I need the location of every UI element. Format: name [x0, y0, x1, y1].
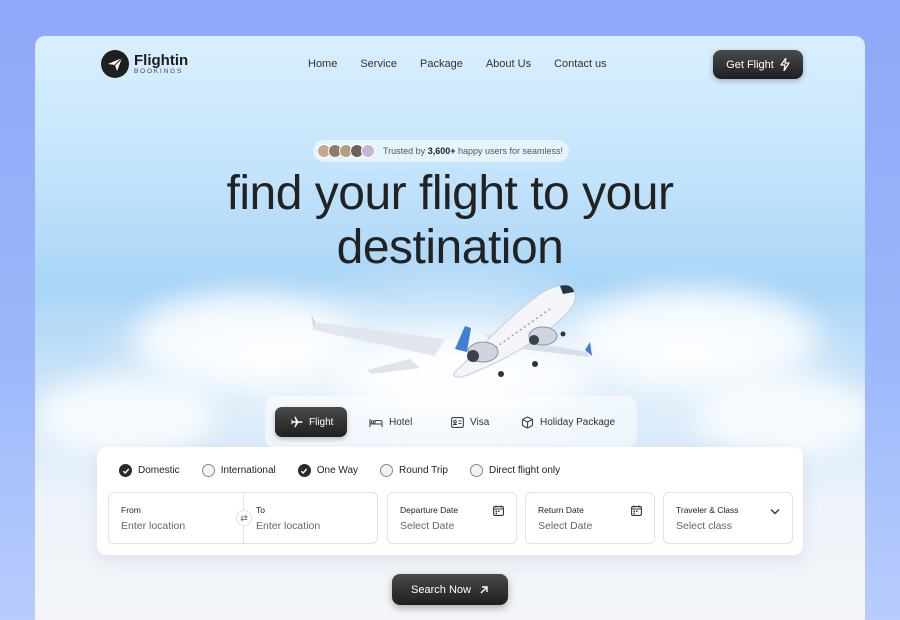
- trust-suffix: happy users for seamless!: [458, 146, 564, 156]
- headline-line-1: find your flight to your: [226, 167, 674, 220]
- option-international[interactable]: International: [201, 464, 276, 477]
- cloud: [575, 291, 815, 386]
- checked-icon: [297, 464, 311, 477]
- tab-holiday-package[interactable]: Holiday Package: [521, 407, 615, 437]
- avatar: [361, 144, 375, 158]
- radio-icon: [201, 464, 215, 477]
- calendar-icon: [631, 505, 642, 516]
- brand-name: Flightin: [134, 51, 189, 69]
- airplane-icon: [291, 416, 303, 428]
- booking-tabs: Flight Hotel Visa Holiday Package: [265, 396, 637, 448]
- tab-visa[interactable]: Visa: [451, 407, 489, 437]
- option-domestic-label: Domestic: [138, 465, 180, 476]
- nav-about-us[interactable]: About Us: [486, 58, 531, 70]
- to-input[interactable]: Enter location: [256, 520, 320, 532]
- hero-headline: find your flight to your destination: [35, 167, 865, 275]
- nav-package[interactable]: Package: [420, 58, 463, 70]
- return-label: Return Date: [538, 505, 584, 515]
- trust-badge: Trusted by 3,600+ happy users for seamle…: [313, 140, 570, 162]
- nav-contact-us[interactable]: Contact us: [554, 58, 607, 70]
- brand-subtitle: BOOKINGS: [134, 67, 184, 75]
- main-nav: Home Service Package About Us Contact us: [308, 58, 607, 70]
- tab-flight[interactable]: Flight: [275, 407, 348, 437]
- get-flight-label: Get Flight: [726, 58, 774, 71]
- trip-options: Domestic International One Way Round Tri…: [119, 464, 582, 477]
- option-one-way-label: One Way: [316, 465, 359, 476]
- search-now-label: Search Now: [411, 583, 471, 596]
- option-one-way[interactable]: One Way: [297, 464, 359, 477]
- return-input[interactable]: Select Date: [538, 520, 592, 532]
- traveler-class-field[interactable]: Traveler & Class Select class: [663, 492, 793, 544]
- return-date-field[interactable]: Return Date Select Date: [525, 492, 655, 544]
- checked-icon: [119, 464, 132, 477]
- cloud: [35, 376, 215, 456]
- search-now-button[interactable]: Search Now: [392, 574, 508, 605]
- departure-label: Departure Date: [400, 505, 459, 515]
- nav-service[interactable]: Service: [360, 58, 397, 70]
- from-input[interactable]: Enter location: [121, 520, 185, 532]
- tab-hotel-label: Hotel: [389, 416, 413, 428]
- option-direct-flight-only[interactable]: Direct flight only: [469, 464, 561, 477]
- radio-icon: [469, 464, 483, 477]
- get-flight-button[interactable]: Get Flight: [713, 50, 803, 79]
- from-to-group: From Enter location ⇄ To Enter location: [108, 492, 378, 544]
- option-international-label: International: [220, 465, 276, 476]
- option-round-trip-label: Round Trip: [399, 465, 448, 476]
- lightning-icon: [780, 58, 790, 71]
- tab-hotel[interactable]: Hotel: [369, 407, 412, 437]
- tab-holiday-package-label: Holiday Package: [540, 416, 616, 428]
- traveler-label: Traveler & Class: [676, 505, 739, 515]
- arrow-up-right-icon: [480, 585, 488, 593]
- airplane-illustration: [311, 285, 592, 378]
- trust-text: Trusted by 3,600+ happy users for seamle…: [383, 146, 563, 156]
- option-domestic[interactable]: Domestic: [119, 464, 180, 477]
- flight-search-form: Domestic International One Way Round Tri…: [97, 447, 803, 555]
- page-frame: Flightin BOOKINGS Home Service Package A…: [35, 36, 865, 620]
- bed-icon: [369, 418, 383, 427]
- to-label: To: [256, 505, 265, 515]
- calendar-icon: [493, 505, 504, 516]
- id-card-icon: [451, 416, 464, 428]
- option-round-trip[interactable]: Round Trip: [380, 464, 448, 477]
- logo[interactable]: Flightin BOOKINGS: [101, 50, 188, 78]
- user-avatars: [317, 144, 375, 158]
- from-field[interactable]: From Enter location: [109, 493, 244, 543]
- traveler-select[interactable]: Select class: [676, 520, 732, 532]
- paper-plane-icon: [101, 50, 129, 78]
- option-direct-flight-label: Direct flight only: [488, 465, 561, 476]
- trust-count: 3,600+: [427, 146, 456, 156]
- nav-home[interactable]: Home: [308, 58, 337, 70]
- from-label: From: [121, 505, 141, 515]
- radio-icon: [380, 464, 394, 477]
- departure-date-field[interactable]: Departure Date Select Date: [387, 492, 517, 544]
- departure-input[interactable]: Select Date: [400, 520, 454, 532]
- trust-prefix: Trusted by: [383, 146, 426, 156]
- cloud: [695, 376, 865, 456]
- chevron-down-icon[interactable]: [770, 508, 780, 515]
- package-icon: [521, 415, 534, 429]
- to-field[interactable]: To Enter location: [244, 493, 379, 543]
- tab-flight-label: Flight: [309, 416, 334, 428]
- tab-visa-label: Visa: [470, 416, 490, 428]
